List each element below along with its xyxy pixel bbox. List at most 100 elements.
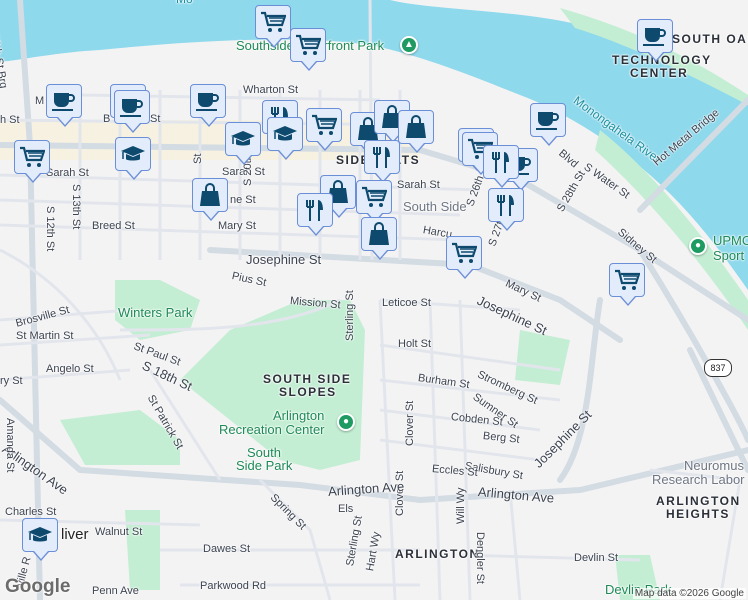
map-marker-shopping-cart[interactable] <box>446 236 482 279</box>
map-marker-shopping-bag[interactable] <box>398 110 434 153</box>
street-dengler: Dengler St <box>474 532 486 584</box>
street-st-martin: St Martin St <box>16 330 74 342</box>
coffee-icon <box>119 95 145 119</box>
street-leticoe: Leticoe St <box>382 297 431 309</box>
map-marker-graduation-cap[interactable] <box>115 137 151 180</box>
street-parkwood: Parkwood Rd <box>200 580 267 592</box>
street-ry: ry St <box>0 375 23 387</box>
shopping-cart-icon <box>311 113 337 137</box>
graduation-cap-icon <box>230 127 256 151</box>
neighborhood-arlington: ARLINGTON <box>395 547 480 561</box>
street-s12: S 12th St <box>44 206 56 252</box>
street-frag: St <box>192 153 204 164</box>
neighborhood-mt-oliver: liver <box>61 526 89 543</box>
coffee-icon <box>195 89 221 113</box>
map-marker-graduation-cap[interactable] <box>267 117 303 160</box>
route-837-shield: 837 <box>704 359 732 377</box>
street-sarah-e: Sarah St <box>397 179 440 191</box>
street-h: h St <box>0 114 20 126</box>
arlington-rec-1: Arlington <box>273 408 325 423</box>
park-winters: Winters Park <box>118 305 193 320</box>
map-marker-shopping-cart[interactable] <box>14 140 50 183</box>
map-marker-shopping-cart[interactable] <box>306 108 342 151</box>
neighborhood-technology-center-2: CENTER <box>630 66 689 80</box>
neighborhood-south-side-slopes-2: SLOPES <box>279 385 337 399</box>
park-tree-icon[interactable]: ▲ <box>400 36 418 54</box>
shopping-bag-icon <box>403 115 429 139</box>
map-marker-shopping-cart[interactable] <box>255 5 291 48</box>
graduation-cap-icon <box>27 523 53 547</box>
arlington-rec-2: Recreation Center <box>219 422 325 437</box>
neighborhood-arlington-heights: ARLINGTON <box>656 494 741 508</box>
street-wharton: Wharton St <box>243 84 299 96</box>
restaurant-icon <box>369 145 395 169</box>
street-breed: Breed St <box>92 220 135 232</box>
neuro-2: Research Labor <box>652 472 745 487</box>
map-marker-coffee[interactable] <box>530 103 566 146</box>
street-s13: S 13th St <box>70 184 82 230</box>
river-label-top: Mo <box>176 0 193 6</box>
south-side-park-2: Side Park <box>236 458 293 473</box>
street-mary-w: Mary St <box>218 220 256 232</box>
street-clover-n: Clover St <box>404 400 416 446</box>
google-logo: Google <box>5 576 71 597</box>
street-walnut: Walnut St <box>95 526 143 538</box>
shopping-cart-icon <box>260 10 286 34</box>
shopping-cart-icon <box>19 145 45 169</box>
street-devlin: Devlin St <box>574 552 619 564</box>
upmc-2: Sport <box>713 248 745 263</box>
map-marker-shopping-cart[interactable] <box>290 28 326 71</box>
street-amanda: Amanda St <box>4 418 16 473</box>
coffee-icon <box>535 108 561 132</box>
upmc-1: UPMC <box>713 233 748 248</box>
restaurant-icon <box>302 198 328 222</box>
neighborhood-south-side-slopes: SOUTH SIDE <box>263 372 352 386</box>
coffee-icon <box>51 89 77 113</box>
neighborhood-arlington-heights-2: HEIGHTS <box>666 507 730 521</box>
street-els: Els <box>338 503 354 515</box>
map-marker-shopping-bag[interactable] <box>361 217 397 260</box>
shopping-bag-icon <box>197 183 223 207</box>
coffee-icon <box>642 24 668 48</box>
map-marker-restaurant[interactable] <box>483 145 519 188</box>
restaurant-icon <box>493 193 519 217</box>
street-josephine-w: Josephine St <box>246 252 322 267</box>
graduation-cap-icon <box>120 142 146 166</box>
restaurant-icon <box>488 150 514 174</box>
map-marker-coffee[interactable] <box>46 84 82 127</box>
shopping-cart-icon <box>614 268 640 292</box>
arlington-rec-place-icon[interactable]: ● <box>337 413 355 431</box>
map-marker-coffee[interactable] <box>637 19 673 62</box>
street-charles: Charles St <box>5 506 57 518</box>
neuro-1: Neuromus <box>684 458 744 473</box>
map-marker-graduation-cap[interactable] <box>22 518 58 561</box>
street-penn: Penn Ave <box>92 585 139 597</box>
map-marker-restaurant[interactable] <box>297 193 333 236</box>
street-dawes: Dawes St <box>203 543 251 555</box>
street-st: St <box>150 113 161 125</box>
graduation-cap-icon <box>272 122 298 146</box>
shopping-cart-icon <box>295 33 321 57</box>
street-holt: Holt St <box>398 338 432 350</box>
street-jane: ne St <box>230 194 256 206</box>
map-marker-shopping-cart[interactable] <box>609 263 645 306</box>
map-marker-coffee[interactable] <box>114 90 150 133</box>
neighborhood-south-oakland: SOUTH OAK <box>672 32 748 46</box>
street-will: Will Wy <box>455 487 467 524</box>
map-marker-restaurant[interactable] <box>488 188 524 231</box>
map-marker-shopping-bag[interactable] <box>192 178 228 221</box>
south-side-poi: South Side <box>403 199 467 214</box>
upmc-place-icon[interactable]: ● <box>689 237 707 255</box>
shopping-cart-icon <box>361 185 387 209</box>
map-marker-restaurant[interactable] <box>364 140 400 183</box>
street-angelo: Angelo St <box>46 363 94 375</box>
street-m: M <box>35 95 45 107</box>
map-marker-coffee[interactable] <box>190 84 226 127</box>
map-marker-shopping-cart[interactable] <box>356 180 392 223</box>
map-attribution[interactable]: Map data ©2026 Google <box>632 588 746 599</box>
shopping-cart-icon <box>451 241 477 265</box>
street-sarah-w: Sarah St <box>46 167 89 179</box>
shopping-bag-icon <box>366 222 392 246</box>
street-sterling-n: Sterling St <box>344 290 356 341</box>
map-marker-graduation-cap[interactable] <box>225 122 261 165</box>
